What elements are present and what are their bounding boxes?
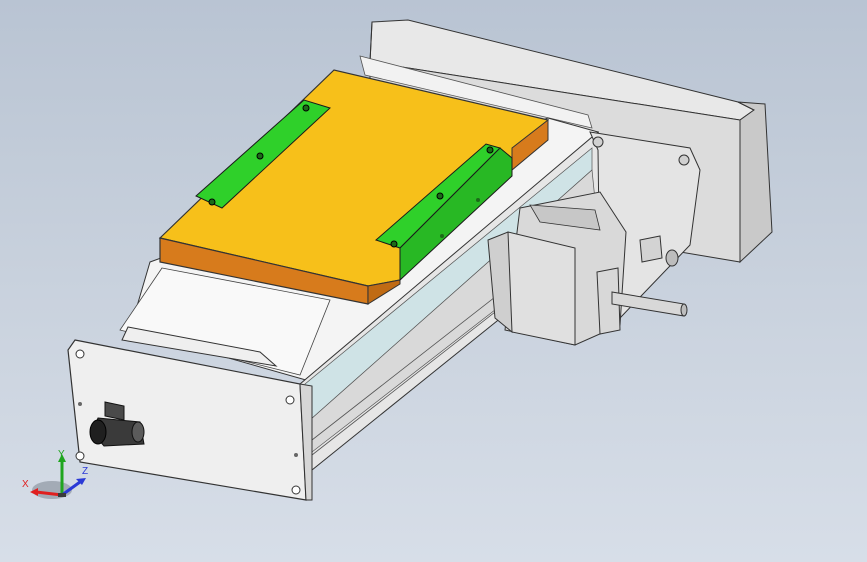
triad-x-label: X <box>22 479 29 490</box>
triad-z-label: Z <box>82 466 89 477</box>
triad-y-label: Y <box>58 449 65 460</box>
linear-actuator-model[interactable] <box>0 0 867 562</box>
coordinate-triad-icon <box>30 454 86 499</box>
cad-viewport[interactable]: X Y Z <box>0 0 867 562</box>
